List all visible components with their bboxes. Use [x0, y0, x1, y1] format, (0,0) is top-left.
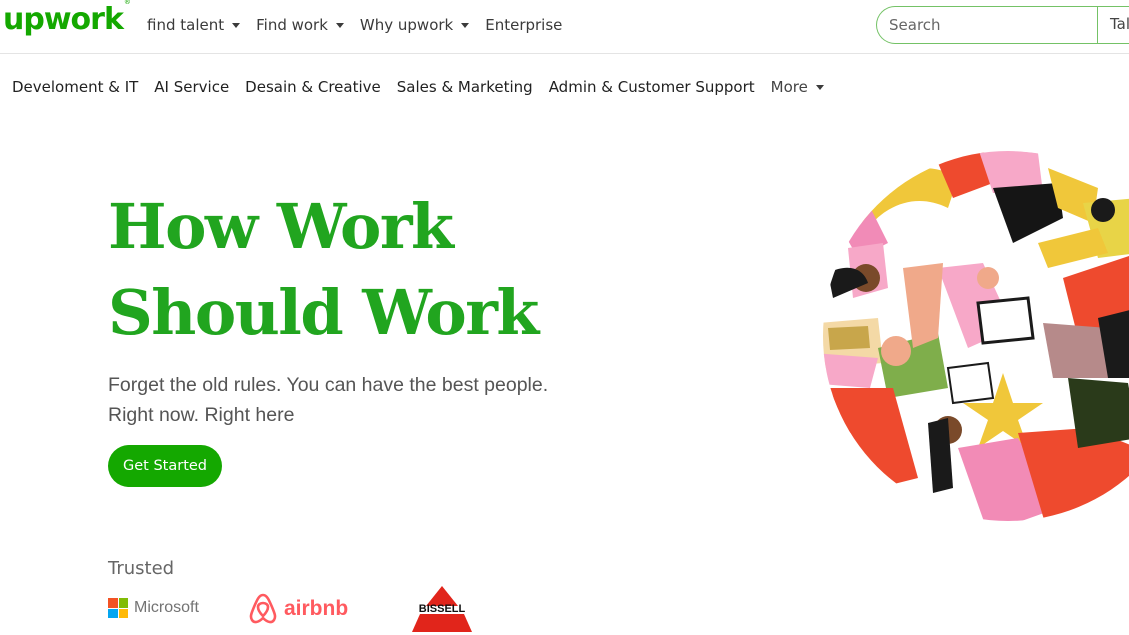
nav-find-talent[interactable]: find talent	[147, 16, 241, 34]
bissell-logo: BISSELL	[412, 586, 472, 632]
nav-enterprise[interactable]: Enterprise	[485, 16, 562, 34]
trusted-label: Trusted	[108, 558, 175, 579]
airbnb-logo: airbnb	[248, 592, 348, 626]
hero-title: How Work Should Work	[108, 184, 628, 356]
category-nav: Develoment & IT AI Service Desain & Crea…	[12, 78, 840, 96]
category-development-it[interactable]: Develoment & IT	[12, 78, 138, 96]
more-label: More	[770, 78, 808, 96]
caret-down-icon	[335, 22, 344, 28]
upwork-logo[interactable]: upwork®	[3, 0, 131, 37]
airbnb-wordmark: airbnb	[284, 597, 349, 620]
bissell-wordmark: BISSELL	[419, 603, 466, 615]
nav-label: Find work	[256, 16, 328, 34]
more-menu[interactable]: More	[771, 78, 824, 96]
hero-title-line2: Should Work	[108, 276, 539, 349]
microsoft-logo: Microsoft	[108, 598, 199, 618]
microsoft-icon	[108, 598, 128, 618]
hero-illustration	[823, 151, 1129, 521]
hero-subtitle-line2: Right now. Right here	[108, 404, 295, 426]
nav-label: Enterprise	[485, 16, 563, 34]
hero-subtitle: Forget the old rules. You can have the b…	[108, 370, 628, 430]
category-admin-support[interactable]: Admin & Customer Support	[549, 78, 755, 96]
nav-label: find talent	[147, 16, 225, 34]
hero-subtitle-line1: Forget the old rules. You can have the b…	[108, 374, 549, 396]
category-design-creative[interactable]: Desain & Creative	[245, 78, 381, 96]
airbnb-icon	[249, 593, 277, 624]
microsoft-wordmark: Microsoft	[134, 599, 199, 616]
search-input[interactable]	[876, 6, 1098, 44]
top-header: upwork® find talent Find work Why upwork…	[0, 0, 1129, 54]
nav-why-upwork[interactable]: Why upwork	[359, 16, 470, 34]
search-type-select[interactable]: Talent	[1097, 6, 1129, 44]
get-started-button[interactable]: Get Started	[108, 445, 222, 487]
caret-down-icon	[461, 22, 470, 28]
category-ai-service[interactable]: AI Service	[154, 78, 229, 96]
category-sales-marketing[interactable]: Sales & Marketing	[397, 78, 533, 96]
caret-down-icon	[232, 22, 241, 28]
hero-title-line1: How Work	[108, 190, 454, 263]
nav-find-work[interactable]: Find work	[256, 16, 344, 34]
caret-down-icon	[815, 84, 824, 90]
trusted-logos: Microsoft airbnb BISSELL	[108, 586, 508, 632]
top-nav: find talent Find work Why upwork Enterpr…	[147, 16, 578, 34]
nav-label: Why upwork	[359, 16, 454, 34]
